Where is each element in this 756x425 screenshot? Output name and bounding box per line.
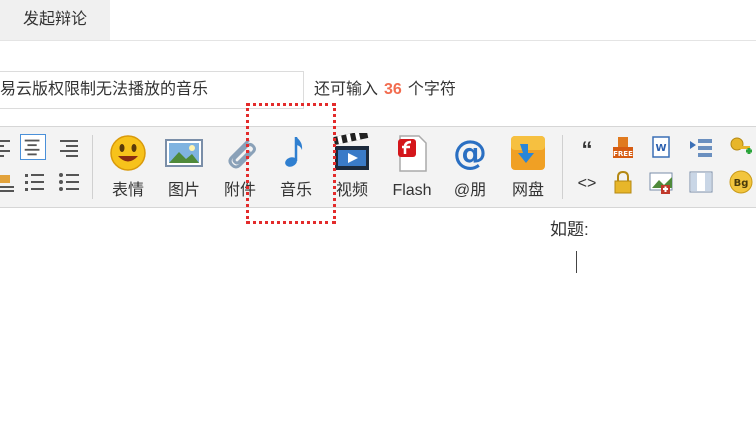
toolbar-separator	[92, 135, 93, 199]
flash-label: Flash	[392, 182, 432, 199]
ordered-list-icon[interactable]	[22, 169, 48, 195]
counter-number: 36	[384, 81, 402, 98]
align-right-icon[interactable]	[56, 135, 82, 161]
mention-label: @朋	[453, 182, 487, 199]
word-doc-icon[interactable]: W	[648, 135, 674, 161]
lock-icon[interactable]	[610, 169, 636, 195]
flash-button[interactable]: Flash	[390, 133, 434, 203]
editor-body-text[interactable]: 如题:	[550, 218, 589, 242]
image-label: 图片	[167, 182, 200, 199]
align-center-button[interactable]	[20, 134, 46, 160]
svg-text:Bg: Bg	[734, 178, 749, 189]
netdisk-label: 网盘	[511, 182, 544, 199]
char-counter: 还可输入 36 个字符	[314, 78, 456, 102]
image-button[interactable]: 图片	[162, 133, 206, 203]
page-break-icon[interactable]	[688, 135, 714, 161]
text-caret	[576, 251, 577, 273]
counter-prefix: 还可输入	[314, 81, 379, 98]
counter-suffix: 个字符	[407, 81, 456, 98]
netdisk-button[interactable]: 网盘	[506, 133, 550, 203]
smiley-icon	[110, 135, 146, 171]
background-color-icon[interactable]: Bg	[728, 169, 754, 195]
svg-text:@: @	[453, 133, 487, 173]
picture-icon	[165, 139, 203, 167]
editor-toolbar: 表情 图片 附件 音乐 视频 Flash @ @朋 网盘 “ FREE W <>…	[0, 126, 756, 208]
unordered-list-icon[interactable]	[56, 169, 82, 195]
align-center-icon	[24, 139, 40, 156]
free-tag-icon[interactable]: FREE	[610, 135, 636, 161]
tab-start-debate[interactable]: 发起辩论	[0, 0, 110, 40]
table-layout-icon[interactable]	[688, 169, 714, 195]
image-gallery-icon[interactable]	[648, 169, 674, 195]
emoji-button[interactable]: 表情	[106, 133, 150, 203]
clapperboard-icon	[333, 133, 369, 170]
quote-icon[interactable]: “	[574, 137, 600, 163]
video-button[interactable]: 视频	[330, 133, 374, 203]
tab-bar: 发起辩论	[0, 0, 756, 41]
netdisk-icon	[511, 136, 545, 170]
svg-text:W: W	[655, 143, 666, 154]
mention-button[interactable]: @ @朋	[448, 133, 492, 203]
align-left-icon[interactable]	[0, 135, 16, 161]
at-icon: @	[453, 133, 487, 173]
float-image-icon[interactable]	[0, 169, 18, 195]
flash-icon	[398, 135, 427, 172]
code-icon[interactable]: <>	[574, 171, 600, 197]
emoji-label: 表情	[111, 182, 144, 199]
music-highlight-box	[246, 103, 336, 224]
svg-text:FREE: FREE	[613, 150, 633, 158]
toolbar-separator	[562, 135, 563, 199]
password-key-icon[interactable]	[728, 135, 754, 161]
